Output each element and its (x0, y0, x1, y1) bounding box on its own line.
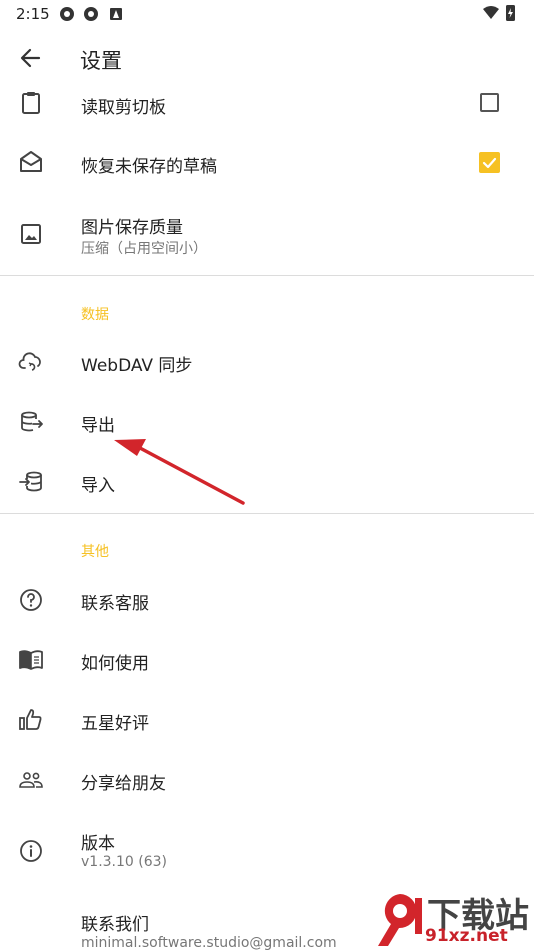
watermark-9-icon (378, 894, 422, 946)
watermark-domain: 91xz.net (425, 926, 508, 946)
watermark-logo: 下载站 91xz.net (375, 888, 534, 950)
annotation-arrow-icon (114, 439, 245, 505)
